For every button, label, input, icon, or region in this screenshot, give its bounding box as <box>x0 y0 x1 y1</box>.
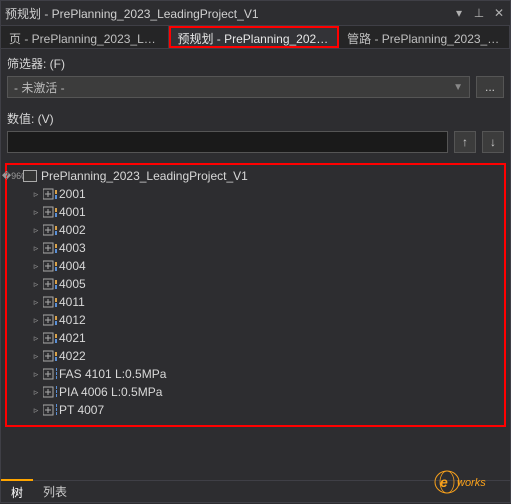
tree-node-label: FAS 4101 L:0.5MPa <box>59 367 166 381</box>
filter-more-button[interactable]: ... <box>476 76 504 98</box>
tree-node-label: 4022 <box>59 349 86 363</box>
expander-icon[interactable]: ▹ <box>31 387 41 398</box>
block-icon <box>43 296 57 308</box>
tree-node-label: 4021 <box>59 331 86 345</box>
pipe-icon <box>43 386 57 398</box>
tree-node[interactable]: ▹ 4005 <box>9 275 502 293</box>
expander-icon[interactable]: ▹ <box>31 333 41 344</box>
tree-node-label: PT 4007 <box>59 403 104 417</box>
expander-icon[interactable]: ▹ <box>31 315 41 326</box>
tree-node-label: PIA 4006 L:0.5MPa <box>59 385 162 399</box>
svg-text:works: works <box>457 477 486 489</box>
block-icon <box>43 242 57 254</box>
tree-node[interactable]: ▹ 4011 <box>9 293 502 311</box>
tree-node[interactable]: ▹ FAS 4101 L:0.5MPa <box>9 365 502 383</box>
tree-node-label: 4004 <box>59 259 86 273</box>
expander-icon[interactable]: ▹ <box>31 351 41 362</box>
tab-0[interactable]: 页 - PrePlanning_2023_Leadi... <box>1 26 169 48</box>
value-up-button[interactable]: ↑ <box>454 131 476 153</box>
value-input[interactable] <box>7 131 448 153</box>
tree-node[interactable]: ▹ 4003 <box>9 239 502 257</box>
tree-node[interactable]: ▹ 2001 <box>9 185 502 203</box>
tree-node-label: 4012 <box>59 313 86 327</box>
expander-icon[interactable]: ▹ <box>31 279 41 290</box>
tree-root-label: PrePlanning_2023_LeadingProject_V1 <box>41 169 248 183</box>
block-icon <box>43 224 57 236</box>
expander-icon[interactable]: ▹ <box>31 297 41 308</box>
logo: e works <box>433 470 503 497</box>
pipe-icon <box>43 368 57 380</box>
tab-2[interactable]: 管路 - PrePlanning_2023_Lea... <box>339 26 510 48</box>
tree-node[interactable]: ▹ 4021 <box>9 329 502 347</box>
block-icon <box>43 332 57 344</box>
tree-node-label: 4001 <box>59 205 86 219</box>
block-icon <box>43 278 57 290</box>
dropdown-icon[interactable]: ▾ <box>452 6 466 20</box>
filter-select[interactable]: - 未激活 - ▼ <box>7 76 470 98</box>
expander-icon[interactable]: �960 <box>9 171 19 182</box>
tree-node[interactable]: ▹ PT 4007 <box>9 401 502 419</box>
expander-icon[interactable]: ▹ <box>31 243 41 254</box>
tab-1[interactable]: 预规划 - PrePlanning_2023_L... <box>169 26 339 48</box>
block-icon <box>43 350 57 362</box>
tree-node[interactable]: ▹ 4004 <box>9 257 502 275</box>
tree-root[interactable]: �960 PrePlanning_2023_LeadingProject_V1 <box>9 167 502 185</box>
tree-node-label: 2001 <box>59 187 86 201</box>
block-icon <box>43 314 57 326</box>
tree-node-label: 4005 <box>59 277 86 291</box>
tree-node-label: 4011 <box>59 295 85 309</box>
footer-tab-list[interactable]: 列表 <box>33 480 77 503</box>
expander-icon[interactable]: ▹ <box>31 225 41 236</box>
tree-node[interactable]: ▹ PIA 4006 L:0.5MPa <box>9 383 502 401</box>
pin-icon[interactable]: ⊥ <box>472 6 486 20</box>
expander-icon[interactable]: ▹ <box>31 405 41 416</box>
filter-value: - 未激活 - <box>14 79 65 96</box>
tree-node-label: 4002 <box>59 223 86 237</box>
expander-icon[interactable]: ▹ <box>31 369 41 380</box>
panel-title: 预规划 - PrePlanning_2023_LeadingProject_V1 <box>5 5 452 22</box>
tree-node[interactable]: ▹ 4022 <box>9 347 502 365</box>
filter-label: 筛选器: (F) <box>1 49 510 74</box>
tree-highlight-box: �960 PrePlanning_2023_LeadingProject_V1 … <box>5 163 506 427</box>
tree-node[interactable]: ▹ 4012 <box>9 311 502 329</box>
chevron-down-icon: ▼ <box>453 82 463 93</box>
block-icon <box>43 206 57 218</box>
tree-node[interactable]: ▹ 4001 <box>9 203 502 221</box>
tree-node-label: 4003 <box>59 241 86 255</box>
block-icon <box>43 260 57 272</box>
expander-icon[interactable]: ▹ <box>31 189 41 200</box>
pipe-icon <box>43 404 57 416</box>
project-icon <box>23 170 37 182</box>
svg-text:e: e <box>440 474 448 490</box>
footer-tab-tree[interactable]: 树 <box>1 479 33 504</box>
close-icon[interactable]: ✕ <box>492 6 506 20</box>
block-icon <box>43 188 57 200</box>
expander-icon[interactable]: ▹ <box>31 207 41 218</box>
value-down-button[interactable]: ↓ <box>482 131 504 153</box>
tree-node[interactable]: ▹ 4002 <box>9 221 502 239</box>
expander-icon[interactable]: ▹ <box>31 261 41 272</box>
value-label: 数值: (V) <box>1 104 510 129</box>
